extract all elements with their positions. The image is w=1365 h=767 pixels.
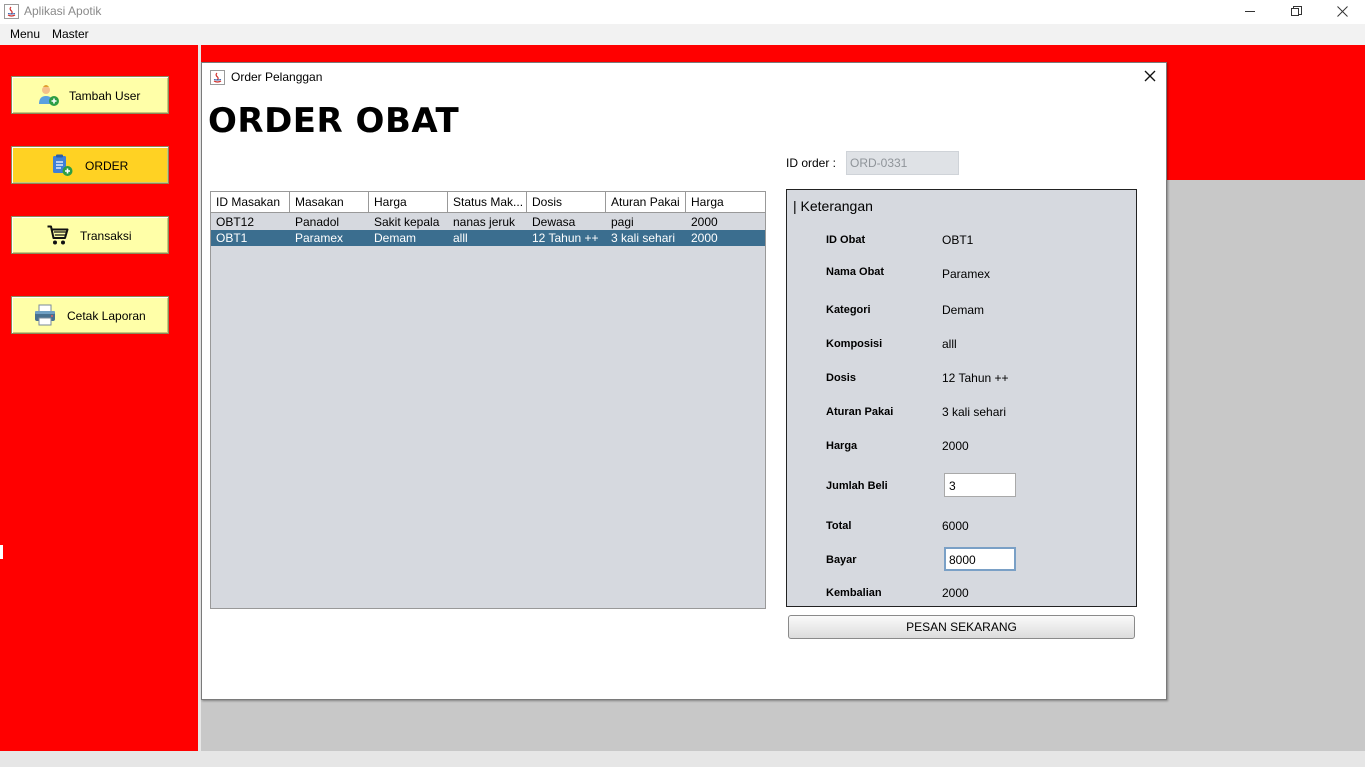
close-icon[interactable] [1142, 68, 1158, 84]
restore-icon [1290, 5, 1302, 16]
cetak-laporan-label: Cetak Laporan [67, 309, 146, 323]
java-icon [4, 4, 19, 19]
table-cell: 3 kali sehari [611, 231, 676, 245]
order-icon [53, 154, 73, 176]
column-header[interactable]: Status Mak... [448, 192, 527, 213]
close-button[interactable] [1319, 0, 1365, 22]
kembalian-value: 2000 [942, 586, 969, 600]
table-cell: nanas jeruk [453, 215, 516, 229]
table-cell: Sakit kepala [374, 215, 440, 229]
status-strip [0, 751, 1365, 767]
table-cell: alll [453, 231, 468, 245]
column-header[interactable]: Harga [686, 192, 765, 213]
table-cell: Dewasa [532, 215, 576, 229]
bayar-input[interactable]: 8000 [944, 547, 1016, 571]
total-label: Total [826, 520, 852, 532]
total-value: 6000 [942, 519, 969, 533]
aturan-pakai-value: 3 kali sehari [942, 405, 1007, 419]
tambah-user-button[interactable]: Tambah User [11, 76, 169, 114]
cetak-laporan-button[interactable]: Cetak Laporan [11, 296, 169, 334]
keterangan-panel: | Keterangan ID Obat OBT1 Nama Obat Para… [786, 189, 1137, 607]
internal-frame-title: Order Pelanggan [231, 70, 323, 84]
left-edge-mark [0, 545, 3, 559]
komposisi-label: Komposisi [826, 338, 883, 350]
id-obat-label: ID Obat [826, 234, 866, 246]
kembalian-label: Kembalian [826, 587, 882, 599]
minimize-icon [1244, 10, 1255, 12]
transaksi-label: Transaksi [80, 229, 132, 243]
order-button[interactable]: ORDER [11, 146, 169, 184]
java-icon [210, 69, 225, 85]
bayar-label: Bayar [826, 554, 857, 566]
order-pelanggan-window: Order Pelanggan ORDER OBAT ID order : OR… [201, 62, 1167, 700]
column-header[interactable]: Masakan [290, 192, 369, 213]
menu-item-menu[interactable]: Menu [10, 27, 40, 41]
table-cell: 2000 [691, 231, 718, 245]
printer-icon [35, 304, 55, 326]
panel-title: | Keterangan [793, 198, 873, 214]
table-header: ID Masakan Masakan Harga Status Mak... D… [211, 192, 765, 213]
id-order-field: ORD-0331 [846, 151, 959, 175]
kategori-value: Demam [942, 303, 985, 317]
dosis-value: 12 Tahun ++ [942, 371, 1009, 385]
transaksi-button[interactable]: Transaksi [11, 216, 169, 254]
table-row[interactable]: OBT12 Panadol Sakit kepala nanas jeruk D… [211, 214, 765, 230]
table-cell: 2000 [691, 215, 718, 229]
menu-item-master[interactable]: Master [52, 27, 89, 41]
column-header[interactable]: Dosis [527, 192, 606, 213]
table-cell: Panadol [295, 215, 340, 229]
restore-button[interactable] [1273, 0, 1319, 22]
table-cell: pagi [611, 215, 634, 229]
table-cell: OBT1 [216, 231, 248, 245]
order-label: ORDER [85, 159, 129, 173]
table-cell: Paramex [295, 231, 344, 245]
page-title: ORDER OBAT [208, 101, 460, 141]
harga-value: 2000 [942, 439, 969, 453]
window-title: Aplikasi Apotik [24, 4, 102, 18]
menu-bar: Menu Master [0, 24, 1365, 45]
internal-frame-titlebar: Order Pelanggan [210, 69, 322, 85]
column-header[interactable]: Aturan Pakai [606, 192, 686, 213]
id-order-label: ID order : [786, 156, 837, 170]
column-header[interactable]: Harga [369, 192, 448, 213]
obat-table[interactable]: ID Masakan Masakan Harga Status Mak... D… [210, 191, 766, 609]
pesan-sekarang-button[interactable]: PESAN SEKARANG [788, 615, 1135, 639]
add-user-icon [39, 85, 59, 106]
nama-obat-value: Paramex [942, 267, 991, 281]
kategori-label: Kategori [826, 304, 871, 316]
nama-obat-label: Nama Obat [826, 266, 885, 278]
table-cell: Demam [374, 231, 417, 245]
aturan-pakai-label: Aturan Pakai [826, 406, 894, 418]
close-icon [1336, 5, 1348, 17]
dosis-label: Dosis [826, 372, 856, 384]
jumlah-beli-label: Jumlah Beli [826, 480, 888, 492]
table-cell: 12 Tahun ++ [532, 231, 599, 245]
id-obat-value: OBT1 [942, 233, 974, 247]
jumlah-beli-input[interactable]: 3 [944, 473, 1016, 497]
table-row-selected[interactable]: OBT1 Paramex Demam alll 12 Tahun ++ 3 ka… [211, 230, 765, 246]
minimize-button[interactable] [1227, 0, 1273, 22]
table-cell: OBT12 [216, 215, 255, 229]
title-bar: Aplikasi Apotik [0, 0, 1365, 24]
harga-label: Harga [826, 440, 858, 452]
komposisi-value: alll [942, 337, 957, 351]
column-header[interactable]: ID Masakan [211, 192, 290, 213]
tambah-user-label: Tambah User [69, 89, 141, 103]
cart-icon [47, 225, 69, 245]
